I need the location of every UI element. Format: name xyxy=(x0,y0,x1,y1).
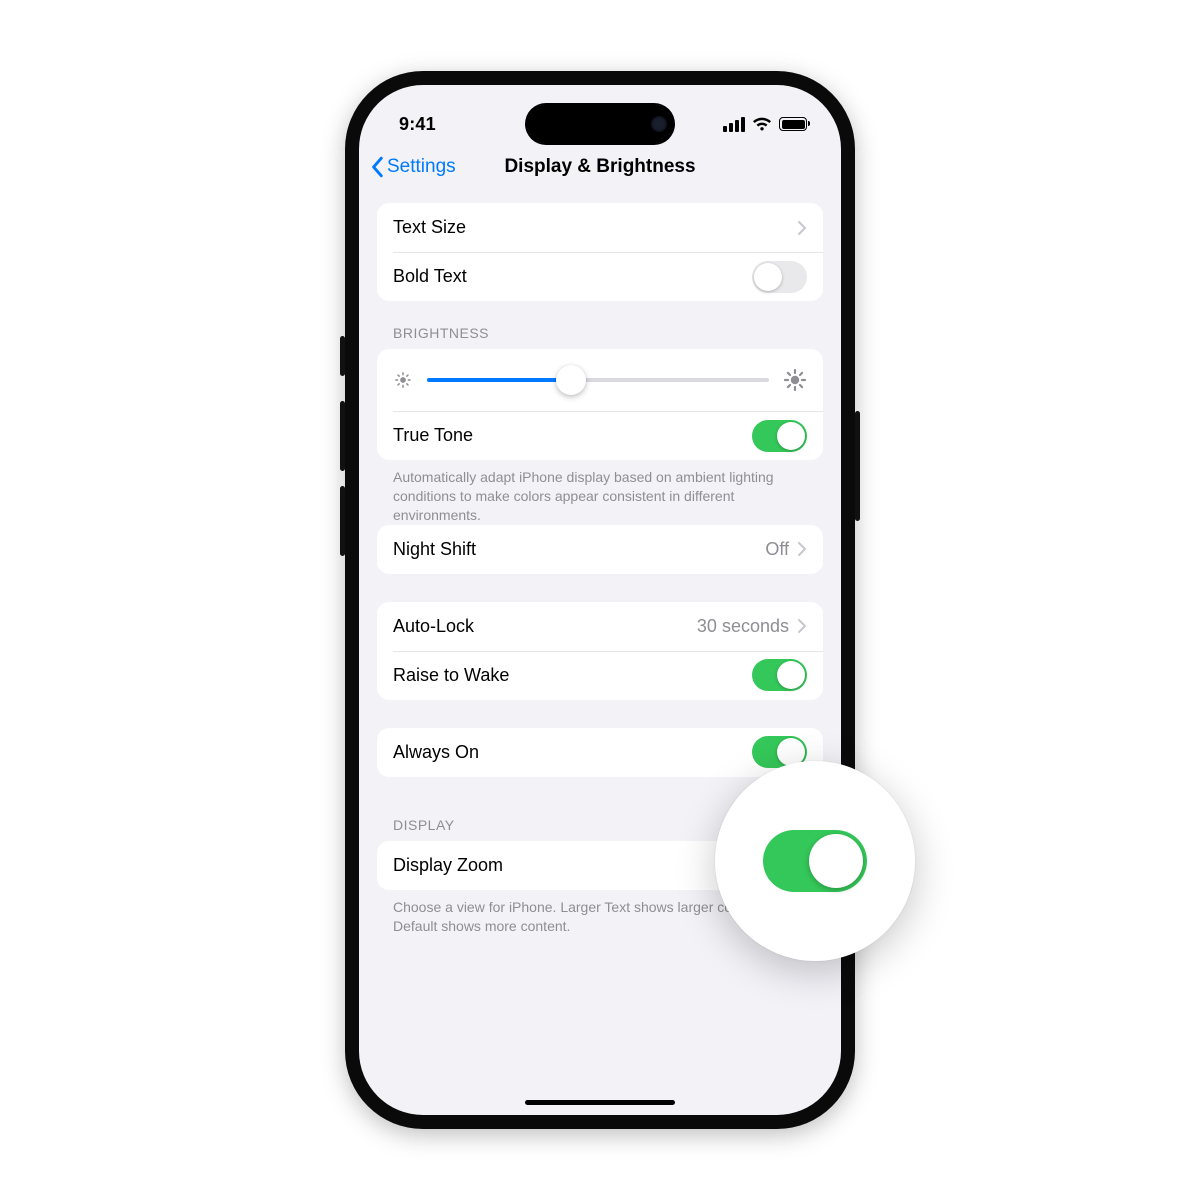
dynamic-island xyxy=(525,103,675,145)
raise-to-wake-toggle[interactable] xyxy=(752,659,807,691)
night-shift-label: Night Shift xyxy=(393,539,765,560)
battery-icon xyxy=(779,117,807,131)
true-tone-label: True Tone xyxy=(393,425,752,446)
sun-min-icon xyxy=(393,370,413,390)
true-tone-row: True Tone xyxy=(377,411,823,460)
text-size-label: Text Size xyxy=(393,217,797,238)
power-button xyxy=(855,411,860,521)
sun-max-icon xyxy=(783,368,807,392)
back-label: Settings xyxy=(387,156,456,178)
chevron-right-icon xyxy=(797,618,807,634)
volume-up-button xyxy=(340,401,345,471)
night-shift-group: Night Shift Off xyxy=(377,525,823,574)
wifi-icon xyxy=(752,117,772,132)
back-button[interactable]: Settings xyxy=(371,143,456,191)
brightness-group: True Tone xyxy=(377,349,823,460)
bold-text-row: Bold Text xyxy=(377,252,823,301)
phone-frame: 9:41 Settings Display & Brightness T xyxy=(345,71,855,1129)
volume-down-button xyxy=(340,486,345,556)
always-on-toggle-zoom xyxy=(763,830,867,892)
chevron-right-icon xyxy=(797,220,807,236)
text-size-row[interactable]: Text Size xyxy=(377,203,823,252)
night-shift-value: Off xyxy=(765,539,789,560)
lock-group: Auto-Lock 30 seconds Raise to Wake xyxy=(377,602,823,700)
chevron-right-icon xyxy=(797,541,807,557)
screen: 9:41 Settings Display & Brightness T xyxy=(359,85,841,1115)
always-on-group: Always On xyxy=(377,728,823,777)
cellular-icon xyxy=(723,117,745,132)
raise-to-wake-label: Raise to Wake xyxy=(393,665,752,686)
page-title: Display & Brightness xyxy=(504,156,695,178)
text-group: Text Size Bold Text xyxy=(377,203,823,301)
side-button xyxy=(340,336,345,376)
bold-text-toggle[interactable] xyxy=(752,261,807,293)
nav-bar: Settings Display & Brightness xyxy=(359,143,841,191)
chevron-left-icon xyxy=(371,156,385,178)
always-on-magnifier xyxy=(715,761,915,961)
home-indicator xyxy=(525,1100,675,1105)
night-shift-row[interactable]: Night Shift Off xyxy=(377,525,823,574)
always-on-row: Always On xyxy=(377,728,823,777)
section-header-brightness: BRIGHTNESS xyxy=(377,301,823,349)
auto-lock-label: Auto-Lock xyxy=(393,616,697,637)
auto-lock-row[interactable]: Auto-Lock 30 seconds xyxy=(377,602,823,651)
status-time: 9:41 xyxy=(399,114,436,135)
display-zoom-label: Display Zoom xyxy=(393,855,732,876)
raise-to-wake-row: Raise to Wake xyxy=(377,651,823,700)
always-on-label: Always On xyxy=(393,742,752,763)
content: Text Size Bold Text BRIGHTNESS xyxy=(359,191,841,1115)
brightness-slider[interactable] xyxy=(427,365,769,395)
camera-dot xyxy=(651,116,667,132)
true-tone-toggle[interactable] xyxy=(752,420,807,452)
section-footer-brightness: Automatically adapt iPhone display based… xyxy=(377,460,823,525)
auto-lock-value: 30 seconds xyxy=(697,616,789,637)
brightness-slider-row xyxy=(377,349,823,411)
bold-text-label: Bold Text xyxy=(393,266,752,287)
